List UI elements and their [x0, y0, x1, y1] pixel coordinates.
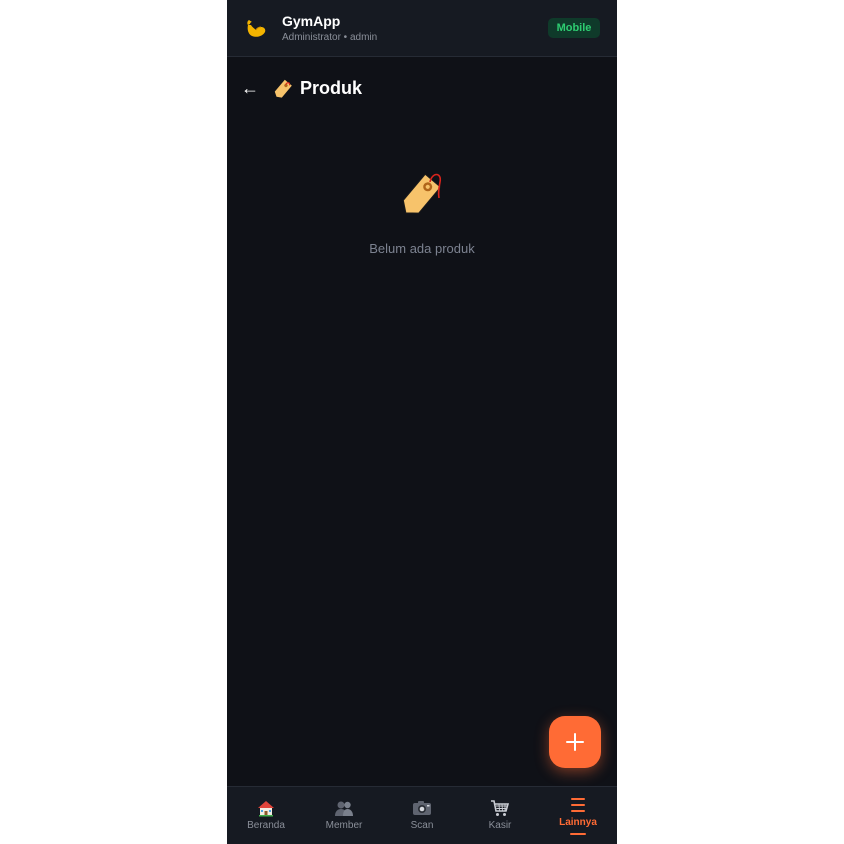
mode-badge: Mobile [548, 18, 600, 38]
app-name: GymApp [282, 13, 341, 29]
active-indicator [570, 833, 586, 835]
nav-label: Member [325, 820, 363, 831]
flexed-biceps-icon [247, 20, 266, 37]
nav-label: Kasir [488, 820, 512, 831]
people-icon [335, 801, 353, 816]
plus-icon-stroke [574, 733, 576, 751]
bottom-nav: Beranda Member Scan Kasir Lainnya [227, 786, 617, 844]
menu-icon [571, 798, 585, 812]
nav-item-kasir[interactable]: Kasir [461, 787, 539, 844]
house-icon [258, 801, 274, 817]
app-screen: GymApp Administrator • admin Mobile ← Pr… [227, 0, 617, 844]
nav-label: Lainnya [559, 817, 597, 828]
nav-item-beranda[interactable]: Beranda [227, 787, 305, 844]
nav-item-member[interactable]: Member [305, 787, 383, 844]
page-title: Produk [300, 78, 363, 98]
nav-label: Beranda [247, 820, 285, 831]
price-tag-icon [274, 79, 292, 98]
nav-label: Scan [410, 820, 434, 831]
user-role-label: Administrator • admin [282, 32, 378, 43]
price-tag-icon [402, 173, 442, 214]
nav-item-scan[interactable]: Scan [383, 787, 461, 844]
app-header: GymApp Administrator • admin Mobile [227, 0, 617, 57]
shopping-cart-icon [491, 800, 510, 816]
nav-item-lainnya[interactable]: Lainnya [539, 787, 617, 844]
camera-icon [413, 801, 431, 815]
empty-state-message: Belum ada produk [369, 241, 475, 256]
add-product-button[interactable] [549, 716, 601, 768]
back-button[interactable]: ← [239, 76, 261, 100]
